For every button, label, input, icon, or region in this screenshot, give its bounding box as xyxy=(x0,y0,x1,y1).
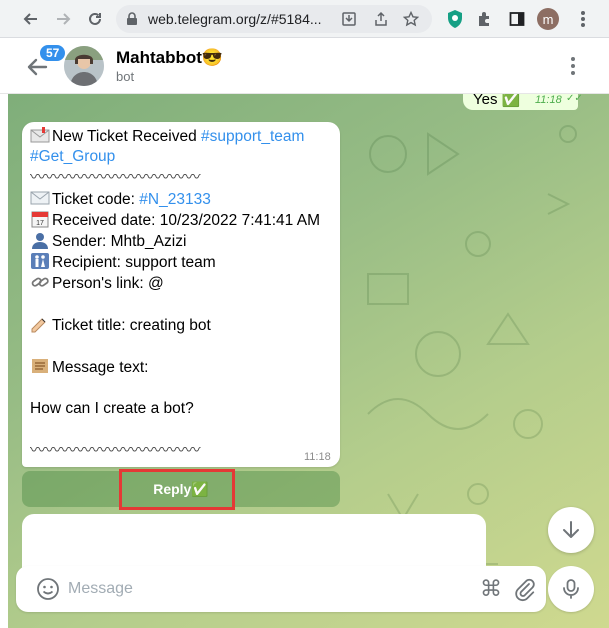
read-checks-icon: ✓✓ xyxy=(566,94,583,104)
recipient-text: Recipient: support team xyxy=(52,254,216,271)
person-silhouette-icon xyxy=(32,233,48,249)
sender-line: Sender: Mhtb_Azizi xyxy=(30,231,186,252)
next-message-bubble xyxy=(22,514,486,574)
sender-text: Sender: Mhtb_Azizi xyxy=(52,233,187,250)
calendar-icon: 17 xyxy=(31,211,49,228)
chat-background: Yes ✅ 11:18 ✓✓ New Ticket Received #supp… xyxy=(8,94,609,628)
message-input[interactable] xyxy=(68,574,448,604)
emoji-smile-icon[interactable] xyxy=(36,577,60,601)
outgoing-message-time: 11:18 xyxy=(535,94,562,106)
outgoing-message-text: Yes ✅ xyxy=(473,94,521,108)
scroll-to-bottom-button[interactable] xyxy=(548,507,594,553)
address-bar[interactable]: web.telegram.org/z/#5184... xyxy=(116,5,432,33)
shield-extension-icon[interactable] xyxy=(444,8,466,30)
browser-toolbar: web.telegram.org/z/#5184... m xyxy=(0,0,609,38)
envelope-icon xyxy=(30,191,50,205)
received-date-line: 17 Received date: 10/23/2022 7:41:41 AM xyxy=(30,210,320,231)
message-composer: ⌘ xyxy=(16,566,546,612)
ticket-code-line: Ticket code: #N_23133 xyxy=(30,189,211,210)
share-icon[interactable] xyxy=(372,10,390,28)
svg-text:17: 17 xyxy=(36,220,44,227)
received-date-text: Received date: 10/23/2022 7:41:41 AM xyxy=(52,212,321,229)
incoming-message: New Ticket Received #support_team #Get_G… xyxy=(22,122,340,467)
browser-menu-icon[interactable] xyxy=(572,8,594,30)
writing-hand-icon xyxy=(31,318,46,333)
install-app-icon[interactable] xyxy=(340,10,358,28)
recipient-line: Recipient: support team xyxy=(30,252,216,273)
message-text-line: Message text: xyxy=(30,357,149,378)
hashtag-support-team[interactable]: #support_team xyxy=(201,128,304,145)
bot-commands-icon[interactable]: ⌘ xyxy=(478,576,504,602)
hashtag-get-group[interactable]: #Get_Group xyxy=(30,148,115,165)
message-text-label: Message text: xyxy=(52,359,149,376)
chat-header: 57 Mahtabbot😎 bot xyxy=(0,38,609,94)
divider-bottom: 〰〰〰〰〰〰〰〰〰〰〰 xyxy=(30,442,201,459)
message-body: How can I create a bot? xyxy=(30,400,194,417)
attach-paperclip-icon[interactable] xyxy=(512,576,536,602)
link-chain-icon xyxy=(31,277,49,287)
person-link-text: Person's link: @ xyxy=(52,275,164,292)
envelope-icon xyxy=(30,127,50,143)
ticket-code-hashtag[interactable]: #N_23133 xyxy=(139,191,211,208)
incoming-message-time: 11:18 xyxy=(304,451,331,463)
outgoing-message: Yes ✅ 11:18 ✓✓ xyxy=(463,94,583,110)
chat-title[interactable]: Mahtabbot😎 xyxy=(116,48,223,68)
side-panel-icon[interactable] xyxy=(506,8,528,30)
reload-icon[interactable] xyxy=(84,8,106,30)
chat-subtitle: bot xyxy=(116,69,135,84)
highlight-annotation-box xyxy=(119,469,235,510)
restroom-icon xyxy=(31,253,49,269)
person-link-line: Person's link: @ xyxy=(30,273,164,294)
lock-icon xyxy=(127,12,137,25)
ticket-title-text: Ticket title: creating bot xyxy=(52,317,211,334)
bookmark-star-icon[interactable] xyxy=(402,10,420,28)
chat-avatar[interactable] xyxy=(64,46,104,86)
ticket-code-label: Ticket code: xyxy=(52,191,140,208)
profile-avatar[interactable]: m xyxy=(537,8,559,30)
microphone-icon xyxy=(563,579,579,599)
arrow-down-icon xyxy=(563,521,579,538)
back-arrow-icon[interactable] xyxy=(20,8,42,30)
ticket-heading: New Ticket Received xyxy=(52,128,202,145)
ticket-title-line: Ticket title: creating bot xyxy=(30,315,211,336)
message-line-2: #Get_Group xyxy=(30,147,115,167)
scroll-icon xyxy=(32,359,48,373)
forward-arrow-icon[interactable] xyxy=(52,8,74,30)
url-text: web.telegram.org/z/#5184... xyxy=(148,11,322,27)
voice-record-button[interactable] xyxy=(548,566,594,612)
divider-top: 〰〰〰〰〰〰〰〰〰〰〰 xyxy=(30,169,201,186)
unread-count-badge: 57 xyxy=(38,43,68,63)
more-options-button[interactable] xyxy=(562,54,584,78)
extensions-puzzle-icon[interactable] xyxy=(474,8,496,30)
message-line-1: New Ticket Received #support_team xyxy=(30,126,304,147)
